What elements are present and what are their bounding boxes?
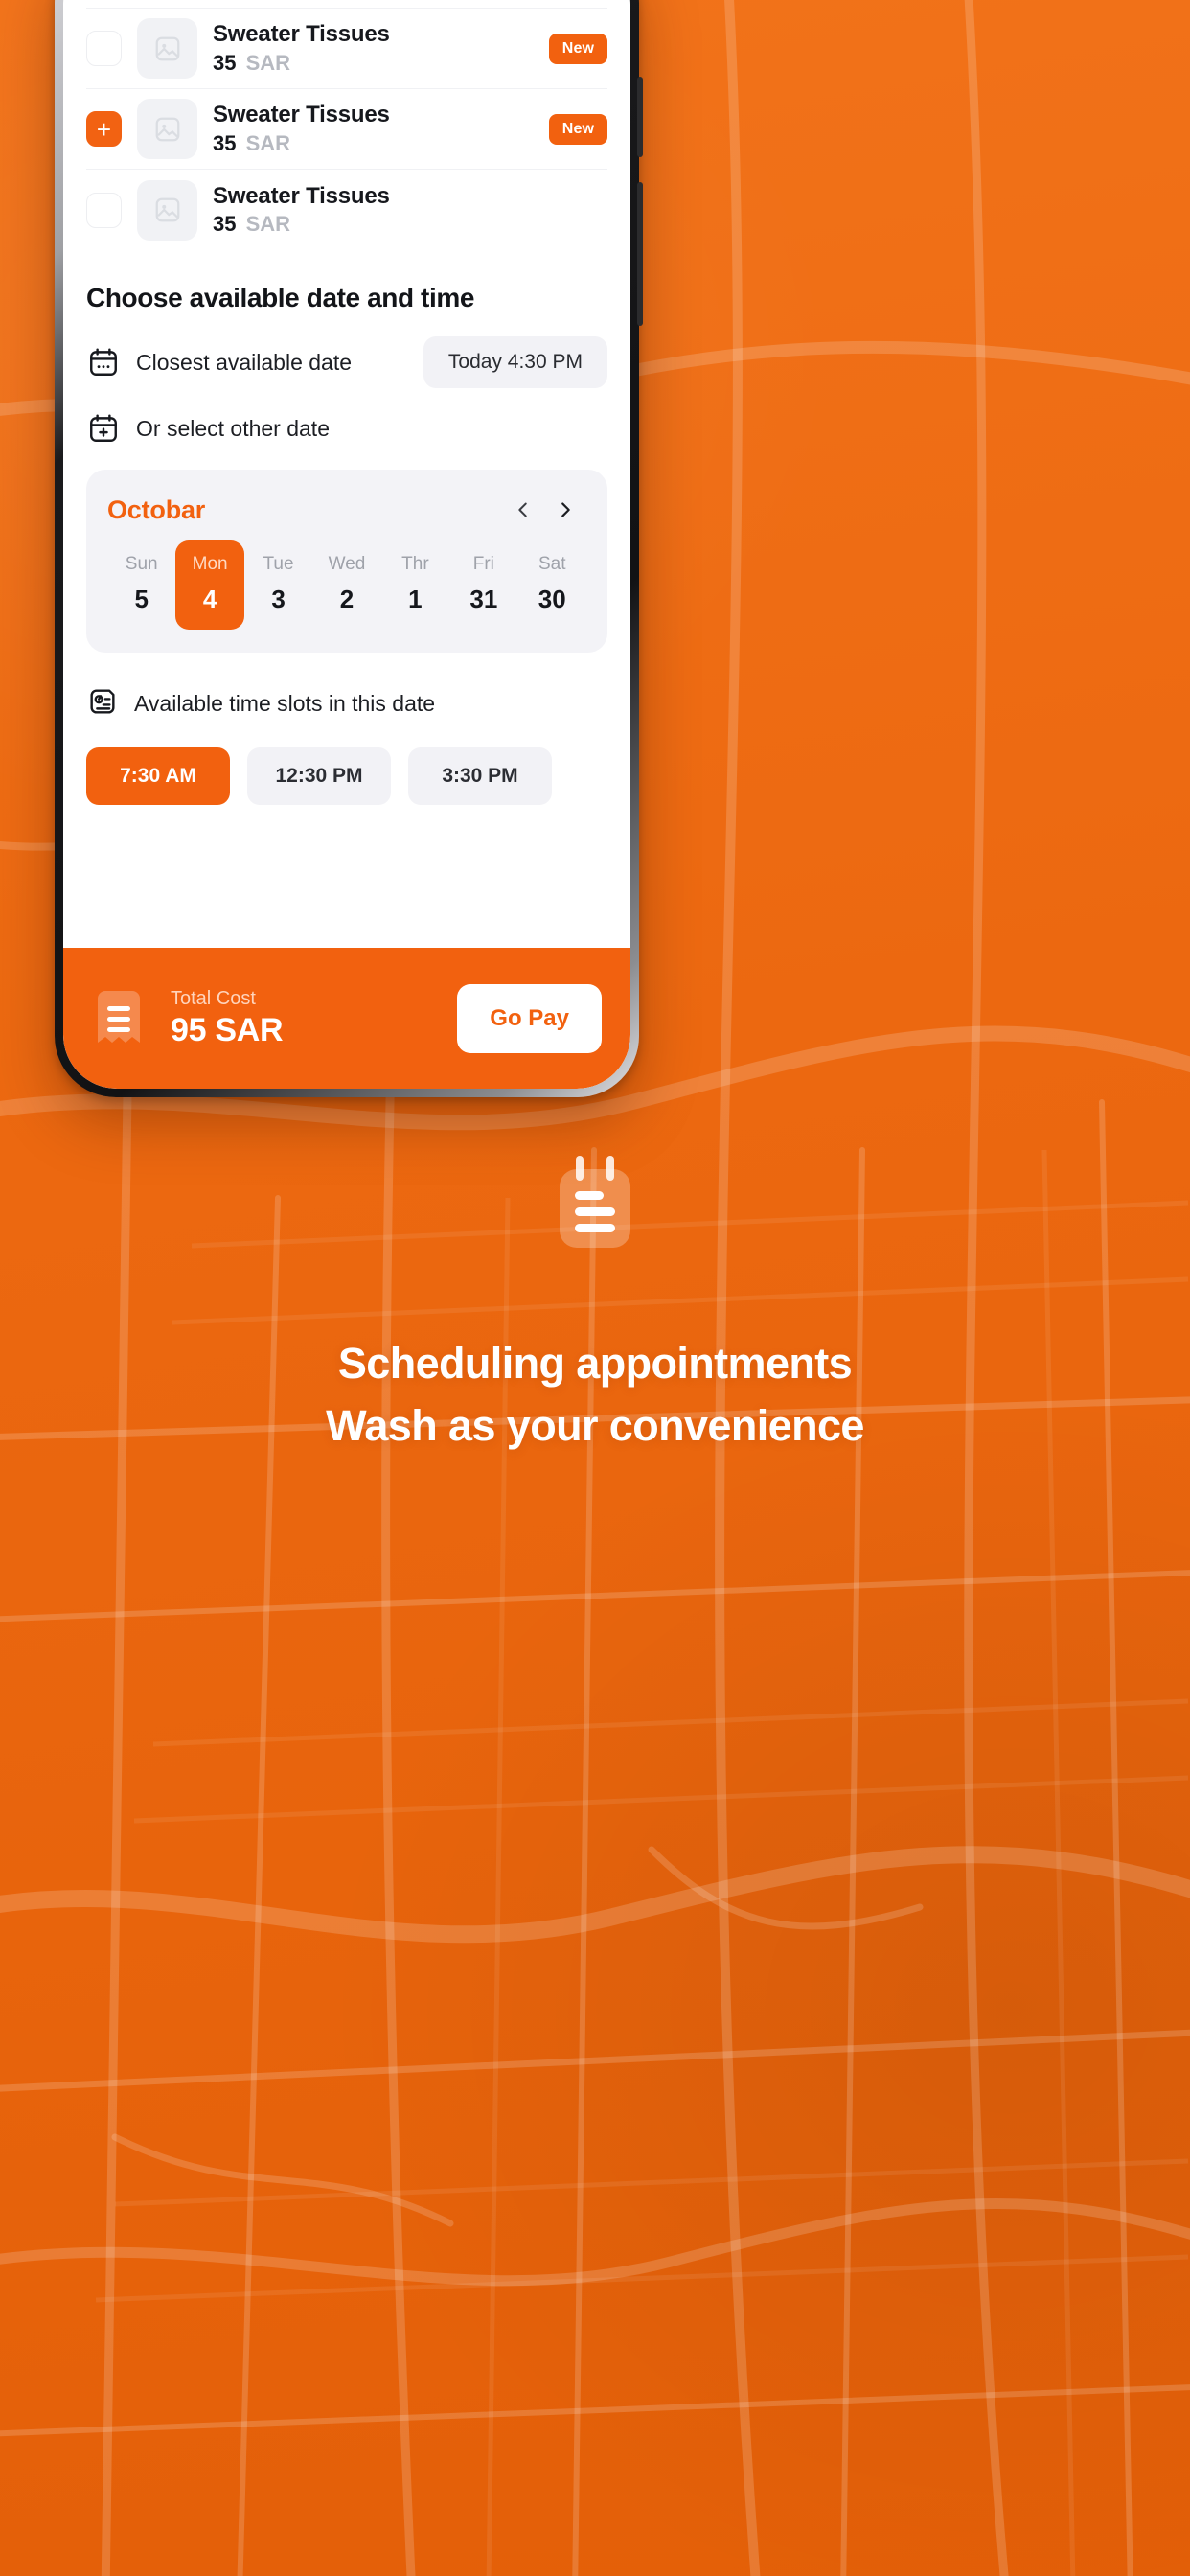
calendar-day-mon[interactable]: Mon 4: [175, 540, 244, 630]
closest-available-date-value[interactable]: Today 4:30 PM: [423, 336, 607, 388]
cart-item-price: 35 SAR: [213, 212, 291, 237]
calendar-header: Octobar: [107, 489, 586, 531]
image-placeholder-icon: [155, 197, 179, 222]
day-name: Thr: [401, 554, 429, 574]
cart-item-checkbox[interactable]: [86, 31, 122, 66]
time-slot-option[interactable]: 12:30 PM: [247, 748, 391, 805]
calendar-day-sat[interactable]: Sat 30: [518, 540, 586, 630]
day-name: Fri: [472, 554, 494, 574]
notepad-icon: [554, 1150, 636, 1252]
cart-item-thumbnail: [137, 99, 197, 159]
phone-volume-button: [637, 77, 643, 157]
day-number: 31: [469, 585, 498, 613]
go-pay-button[interactable]: Go Pay: [457, 983, 602, 1053]
table-row[interactable]: + Sweater Tissues 35 SAR New: [86, 89, 607, 170]
receipt-icon: [92, 989, 146, 1048]
time-slot-options: 7:30 AM 12:30 PM 3:30 PM: [63, 748, 630, 805]
marketing-caption: Scheduling appointments Wash as your con…: [0, 1150, 1190, 1458]
time-slot-icon: [86, 685, 119, 723]
time-slot-option[interactable]: 7:30 AM: [86, 748, 230, 805]
day-number: 5: [134, 585, 149, 613]
cart-item-thumbnail: [137, 18, 197, 79]
image-placeholder-icon: [155, 36, 179, 60]
time-slot-option[interactable]: 3:30 PM: [408, 748, 552, 805]
day-name: Tue: [263, 554, 294, 574]
caption-line-2: Wash as your convenience: [326, 1401, 864, 1451]
day-number: 2: [339, 585, 355, 613]
plus-icon: +: [96, 114, 112, 144]
status-badge: New: [548, 113, 607, 145]
phone-screen: + 35 SAR: [63, 0, 630, 1089]
calendar-day-tue[interactable]: Tue 3: [244, 540, 312, 630]
total-cost-amount: 95 SAR: [171, 1011, 284, 1048]
calendar-day-sun[interactable]: Sun 5: [107, 540, 175, 630]
cart-item-list: + 35 SAR: [63, 0, 630, 250]
total-cost-block: Total Cost 95 SAR: [171, 988, 438, 1049]
cart-item-info: Sweater Tissues 35 SAR: [213, 102, 534, 156]
chevron-left-icon[interactable]: [502, 489, 544, 531]
day-name: Sun: [125, 554, 158, 574]
calendar-month-label: Octobar: [107, 494, 206, 524]
day-name: Wed: [328, 554, 366, 574]
caption-line-1: Scheduling appointments: [337, 1339, 853, 1388]
time-slots-label: Available time slots in this date: [134, 691, 436, 716]
day-number: 4: [202, 585, 217, 613]
day-name: Sat: [538, 554, 566, 574]
closest-available-date-row[interactable]: Closest available date Today 4:30 PM: [63, 336, 630, 388]
calendar-day-strip: Sun 5 Mon 4 Tue 3 Wed 2 Thr 1 Fri 31 Sat…: [107, 540, 586, 630]
calendar-day-thr[interactable]: Thr 1: [381, 540, 449, 630]
select-other-date-label: Or select other date: [136, 415, 330, 441]
calendar-plus-icon: [86, 411, 121, 446]
day-number: 3: [271, 585, 286, 613]
cart-item-add-button[interactable]: +: [86, 111, 122, 147]
cart-item-thumbnail: [137, 179, 197, 241]
time-slots-header: Available time slots in this date: [63, 685, 630, 723]
status-badge: New: [548, 33, 607, 64]
page-title: Choose available date and time: [86, 283, 475, 312]
day-number: 30: [538, 585, 566, 613]
calendar-day-wed[interactable]: Wed 2: [312, 540, 380, 630]
table-row[interactable]: Sweater Tissues 35 SAR New: [86, 9, 607, 89]
cart-item-name: Sweater Tissues: [213, 182, 390, 209]
select-other-date-row[interactable]: Or select other date: [63, 411, 630, 446]
total-cost-label: Total Cost: [171, 987, 256, 1009]
cart-item-price: 35 SAR: [213, 130, 291, 155]
image-placeholder-icon: [155, 117, 179, 141]
day-number: 1: [408, 585, 423, 613]
phone-frame: + 35 SAR: [55, 0, 643, 1097]
date-picker: Octobar Sun 5 Mon 4 Tue 3 Wed 2 Thr 1 Fr…: [86, 470, 607, 653]
table-row[interactable]: Sweater Tissues 35 SAR: [86, 170, 607, 250]
checkout-bar: Total Cost 95 SAR Go Pay: [63, 948, 630, 1089]
chevron-right-icon[interactable]: [544, 489, 586, 531]
cart-item-info: Sweater Tissues 35 SAR: [213, 183, 607, 238]
phone-power-button: [637, 182, 643, 326]
cart-item-name: Sweater Tissues: [213, 102, 390, 128]
cart-item-name: Sweater Tissues: [213, 21, 390, 48]
table-row[interactable]: + 35 SAR: [86, 0, 607, 9]
calendar-day-fri[interactable]: Fri 31: [449, 540, 517, 630]
cart-item-checkbox[interactable]: [86, 192, 122, 228]
calendar-dots-icon: [86, 345, 121, 380]
cart-item-price: 35 SAR: [213, 50, 291, 75]
day-name: Mon: [192, 554, 228, 574]
cart-item-info: Sweater Tissues 35 SAR: [213, 21, 534, 76]
closest-available-date-label: Closest available date: [136, 349, 353, 375]
